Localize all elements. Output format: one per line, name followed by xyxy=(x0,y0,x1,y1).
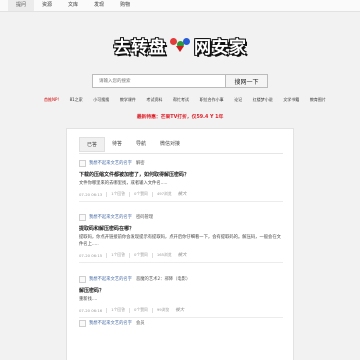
logo-left-text: 去转盘 xyxy=(113,37,166,58)
category-tag[interactable]: 会员 xyxy=(136,320,145,326)
question-item: 我想不起来文艺的名字 密码管理 提取码和解压密码在哪？ 提取码，你点开链接前你会… xyxy=(79,213,283,263)
site-logo[interactable]: 去转盘 网安家 xyxy=(113,32,247,58)
category-link[interactable]: 81之家 xyxy=(70,97,83,103)
category-nav: 首推NP! 81之家 小可搜搜 教学课件 考试资料 帮忙考试 职位合作小事 论记… xyxy=(44,97,326,103)
answer-count[interactable]: 1个回答 xyxy=(111,191,125,197)
author-link[interactable]: 我想不起来文艺的名字 xyxy=(89,320,132,326)
category-link[interactable]: 教学课件 xyxy=(120,97,136,103)
nav-discover[interactable]: 发现 xyxy=(86,0,112,11)
category-link[interactable]: 教育图片 xyxy=(310,97,326,103)
post-meta: 07-20 06:15 1个回答 0个赞同 165浏览 被大 xyxy=(79,252,283,258)
category-link[interactable]: 考试资料 xyxy=(146,97,162,103)
qa-panel: 已答 待答 导航 微信对接 我想不起来文艺的名字 解密 下载的压缩文件都被加密了… xyxy=(66,128,294,360)
tab-bar: 已答 待答 导航 微信对接 xyxy=(79,137,187,152)
avatar[interactable] xyxy=(79,213,86,221)
question-item: 我想不起来文艺的名字 会员 xyxy=(79,319,283,327)
avatar[interactable] xyxy=(79,319,86,327)
search-input[interactable] xyxy=(92,74,225,88)
tab-navigation[interactable]: 导航 xyxy=(129,137,153,152)
author-link[interactable]: 我想不起来文艺的名字 xyxy=(89,160,132,166)
signature: 被大 xyxy=(177,253,187,258)
view-count: 99浏览 xyxy=(156,307,170,312)
answer-count[interactable]: 1个回答 xyxy=(111,307,125,313)
like-count[interactable]: 0个赞同 xyxy=(134,191,148,197)
question-title[interactable]: 提取码和解压密码在哪？ xyxy=(79,225,283,232)
avatar[interactable] xyxy=(79,159,86,167)
author-link[interactable]: 我想不起来文艺的名字 xyxy=(89,214,132,220)
tab-pending[interactable]: 待答 xyxy=(105,137,129,152)
category-link[interactable]: 帮忙考试 xyxy=(173,97,189,103)
post-date: 07-20 06:13 xyxy=(79,191,103,197)
post-date: 07-20 06:15 xyxy=(79,252,103,258)
answer-excerpt: 提取码，你点开链接前你会发现提示有提取码，点开后你仔细看一下，会有提取码的。解压… xyxy=(79,235,281,247)
answer-excerpt: 重新找.... xyxy=(79,297,98,302)
category-link[interactable]: 首推NP! xyxy=(44,97,59,103)
post-meta: 07-20 06:16 1个回答 0个赞同 99浏览 被大 xyxy=(79,307,283,313)
divider xyxy=(79,262,283,263)
nav-library[interactable]: 文库 xyxy=(60,0,86,11)
category-link[interactable]: 文学书籍 xyxy=(283,97,299,103)
nav-resources[interactable]: 资源 xyxy=(34,0,60,11)
answer-excerpt: 文件你哪里来的去哪里找，或者输入文件名..... xyxy=(79,181,168,186)
view-count: 497浏览 xyxy=(156,191,172,196)
promo-notice[interactable]: 最新特惠：芒果TV打折，仅59.4 Y 1年 xyxy=(0,113,360,120)
signature: 被大 xyxy=(177,192,187,197)
tab-answered[interactable]: 已答 xyxy=(79,137,106,152)
category-link[interactable]: 职位合作小事 xyxy=(200,97,224,103)
search-button[interactable]: 搜网一下 xyxy=(225,74,268,88)
category-tag[interactable]: 恶魔的艺术2：邪降（电影） xyxy=(136,276,190,282)
view-count: 165浏览 xyxy=(156,252,172,257)
question-item: 我想不起来文艺的名字 恶魔的艺术2：邪降（电影） 解压密码？ 重新找.... 0… xyxy=(79,275,283,318)
category-link[interactable]: 红楼梦小说 xyxy=(253,97,273,103)
top-nav: 提问 资源 文库 发现 购物 xyxy=(0,0,360,12)
divider xyxy=(79,317,283,318)
divider xyxy=(79,153,283,154)
like-count[interactable]: 0个赞同 xyxy=(134,252,148,258)
question-title[interactable]: 解压密码？ xyxy=(79,287,283,294)
divider xyxy=(79,201,283,202)
avatar[interactable] xyxy=(79,275,86,283)
category-tag[interactable]: 解密 xyxy=(136,160,145,166)
search-bar: 搜网一下 xyxy=(92,74,268,88)
nav-shopping[interactable]: 购物 xyxy=(112,0,138,11)
logo-emblem-icon xyxy=(168,36,192,54)
question-item: 我想不起来文艺的名字 解密 下载的压缩文件都被加密了，如何取得解压密码？ 文件你… xyxy=(79,159,283,202)
post-date: 07-20 06:16 xyxy=(79,307,103,313)
category-link[interactable]: 小可搜搜 xyxy=(93,97,109,103)
nav-ask[interactable]: 提问 xyxy=(8,0,35,11)
like-count[interactable]: 0个赞同 xyxy=(134,307,148,313)
question-title[interactable]: 下载的压缩文件都被加密了，如何取得解压密码？ xyxy=(79,171,283,178)
logo-right-text: 网安家 xyxy=(194,37,247,58)
author-link[interactable]: 我想不起来文艺的名字 xyxy=(89,276,132,282)
post-meta: 07-20 06:13 1个回答 0个赞同 497浏览 被大 xyxy=(79,191,283,197)
category-link[interactable]: 论记 xyxy=(234,97,242,103)
category-tag[interactable]: 密码管理 xyxy=(136,214,153,220)
answer-count[interactable]: 1个回答 xyxy=(111,252,125,258)
signature: 被大 xyxy=(175,308,185,313)
tab-wechat[interactable]: 微信对接 xyxy=(153,137,187,152)
